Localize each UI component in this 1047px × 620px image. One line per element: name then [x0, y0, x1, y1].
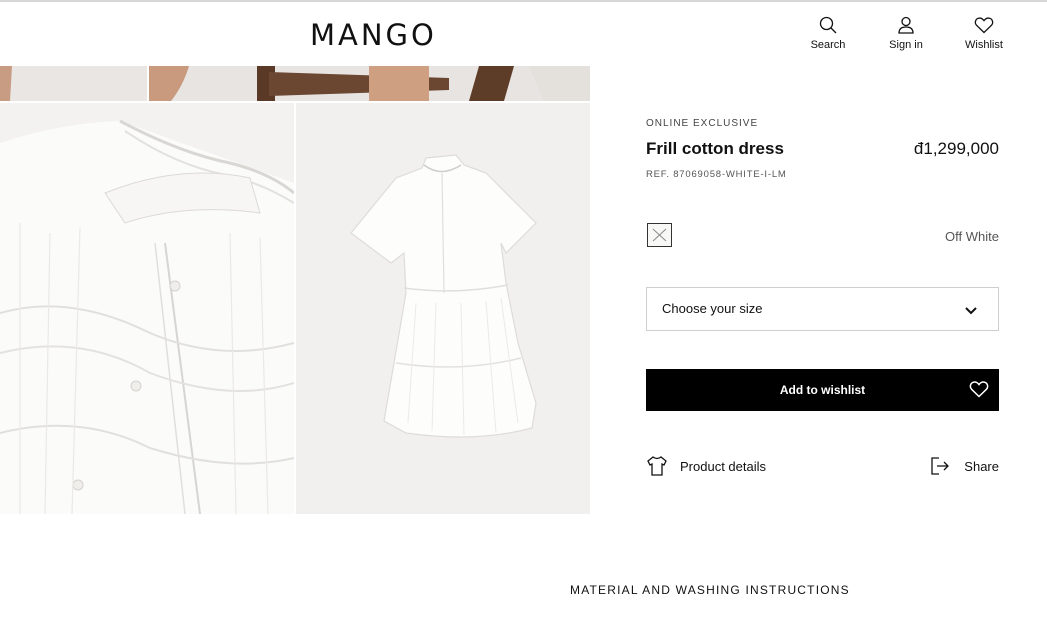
- share-label: Share: [964, 459, 999, 474]
- product-photo-top-right[interactable]: [149, 66, 590, 101]
- heart-icon: [969, 381, 989, 398]
- wishlist-button[interactable]: Wishlist: [954, 16, 1014, 51]
- size-selector[interactable]: Choose your size: [646, 287, 999, 331]
- product-reference: REF. 87069058-WHITE-I-LM: [646, 169, 787, 180]
- cut-off-text-left: [0, 613, 420, 620]
- online-exclusive-badge: ONLINE EXCLUSIVE: [646, 118, 759, 129]
- search-label: Search: [810, 39, 846, 51]
- heart-icon: [974, 17, 994, 34]
- search-icon: [819, 16, 837, 34]
- size-selector-label: Choose your size: [662, 301, 763, 316]
- sign-in-button[interactable]: Sign in: [876, 16, 936, 51]
- product-price: đ1,299,000: [913, 139, 999, 158]
- search-button[interactable]: Search: [798, 16, 858, 51]
- product-details-label: Product details: [680, 459, 766, 474]
- unavailable-cross-icon: [652, 228, 667, 242]
- user-icon: [898, 16, 914, 34]
- product-photo-full-dress[interactable]: [296, 103, 590, 514]
- tshirt-icon: [647, 456, 667, 476]
- mango-logo[interactable]: MANGO: [310, 18, 437, 52]
- color-swatch-off-white[interactable]: [647, 223, 672, 247]
- cut-off-text-right: [570, 613, 700, 620]
- share-icon: [931, 457, 949, 475]
- site-header: MANGO Search Sign in Wishlist: [0, 2, 1047, 66]
- share-link[interactable]: Share: [930, 455, 999, 479]
- selected-color-name: Off White: [945, 229, 999, 244]
- sign-in-label: Sign in: [889, 39, 923, 51]
- add-to-wishlist-button[interactable]: Add to wishlist: [646, 369, 999, 411]
- wishlist-label: Wishlist: [965, 39, 1003, 51]
- material-washing-heading: MATERIAL AND WASHING INSTRUCTIONS: [570, 583, 850, 597]
- product-gallery: [0, 66, 590, 514]
- product-photo-detail[interactable]: [0, 103, 294, 514]
- product-name: Frill cotton dress: [646, 139, 784, 158]
- chevron-down-icon: [965, 307, 977, 315]
- product-photo-top-left[interactable]: [0, 66, 147, 101]
- add-to-wishlist-label: Add to wishlist: [779, 383, 866, 397]
